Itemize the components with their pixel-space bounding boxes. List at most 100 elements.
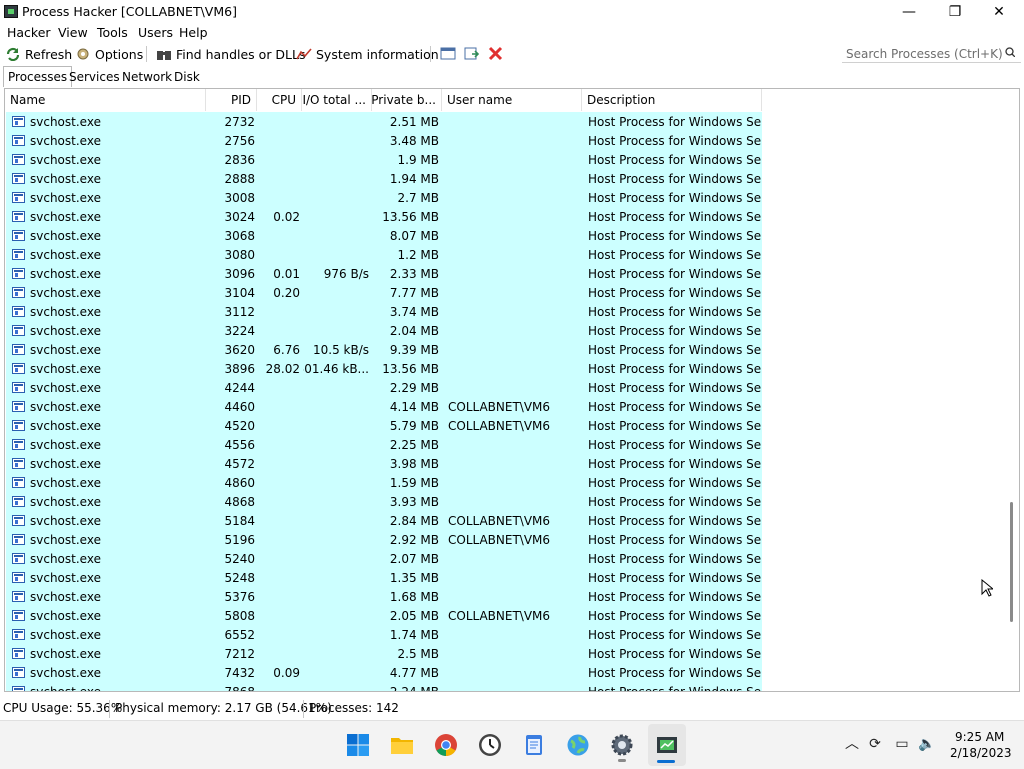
table-row[interactable]: svchost.exe 7868 2.24 MB Host Process for W… [6,682,762,691]
table-row[interactable]: svchost.exe 3104 0.20 7.77 MB Host Process f… [6,283,762,302]
tab-services[interactable]: Services [65,68,124,86]
table-row[interactable]: svchost.exe 3024 0.02 13.56 MB Host Process … [6,207,762,226]
window-icon[interactable] [440,46,456,61]
column-description[interactable]: Description [582,89,762,111]
window-arrow-icon[interactable] [464,46,481,61]
cpu-cell [258,530,300,549]
menu-help[interactable]: Help [179,25,208,40]
chrome-icon[interactable] [434,733,458,757]
table-row[interactable]: svchost.exe 4860 1.59 MB Host Process for W… [6,473,762,492]
table-row[interactable]: svchost.exe 4556 2.25 MB Host Process for W… [6,435,762,454]
tab-processes[interactable]: Processes [3,66,73,87]
process-window-icon [12,211,25,222]
process-name-cell: svchost.exe [12,416,202,435]
file-explorer-icon[interactable] [390,733,414,757]
process-name: svchost.exe [30,133,101,148]
column-name[interactable]: Name ^ [5,89,206,111]
column-pid[interactable]: PID [206,89,257,111]
process-window-icon [12,287,25,298]
cpu-cell [258,587,300,606]
options-button[interactable]: Options [75,46,143,62]
process-name: svchost.exe [30,608,101,623]
table-row[interactable]: svchost.exe 4520 5.79 MB COLLABNET\VM6 Host … [6,416,762,435]
private-bytes-cell: 1.59 MB [389,475,439,490]
settings-gear-icon[interactable] [610,733,634,757]
menu-hacker[interactable]: Hacker [7,25,51,40]
table-row[interactable]: svchost.exe 5240 2.07 MB Host Process for W… [6,549,762,568]
description-cell: Host Process for Windows Ser... [588,646,762,661]
sync-alert-icon[interactable]: ⟳ [866,735,884,753]
windows-start-icon[interactable] [346,733,370,757]
process-name-cell: svchost.exe [12,188,202,207]
table-row[interactable]: svchost.exe 4244 2.29 MB Host Process for W… [6,378,762,397]
table-row[interactable]: svchost.exe 2888 1.94 MB Host Process for W… [6,169,762,188]
private-bytes-cell: 8.07 MB [389,228,439,243]
table-row[interactable]: svchost.exe 3008 2.7 MB Host Process for Wi… [6,188,762,207]
maximize-button[interactable]: ❐ [932,0,978,24]
pid-cell: 5240 [224,551,255,566]
process-list[interactable]: Name ^ PID CPU I/O total ... Private b..… [4,88,1020,692]
process-name: svchost.exe [30,209,101,224]
menu-view[interactable]: View [58,25,88,40]
table-row[interactable]: svchost.exe 7432 0.09 4.77 MB Host Process f… [6,663,762,682]
scrollbar-thumb[interactable] [1010,502,1013,622]
tray-chevron-up-icon[interactable]: ︿ [843,735,861,753]
close-button[interactable]: ✕ [976,0,1022,24]
refresh-button[interactable]: Refresh [5,46,72,62]
process-hacker-app-icon [4,5,18,18]
table-row[interactable]: svchost.exe 3068 8.07 MB Host Process for W… [6,226,762,245]
menu-users[interactable]: Users [138,25,173,40]
system-information-button[interactable]: System information [296,46,439,62]
user-name-cell [448,264,583,283]
private-bytes-cell: 1.35 MB [389,570,439,585]
table-row[interactable]: svchost.exe 2756 3.48 MB Host Process for W… [6,131,762,150]
table-row[interactable]: svchost.exe 3896 28.02 501.46 kB... 13.56 MB… [6,359,762,378]
user-name-cell [448,207,583,226]
table-row[interactable]: svchost.exe 3080 1.2 MB Host Process for Wi… [6,245,762,264]
terminate-x-icon[interactable] [488,46,503,61]
network-monitor-icon[interactable]: ▭ [893,735,911,753]
table-row[interactable]: svchost.exe 7212 2.5 MB Host Process for Wi… [6,644,762,663]
table-row[interactable]: svchost.exe 4868 3.93 MB Host Process for W… [6,492,762,511]
table-row[interactable]: svchost.exe 3224 2.04 MB Host Process for W… [6,321,762,340]
taskbar-time[interactable]: 9:25 AM [955,730,1004,744]
taskbar-date[interactable]: 2/18/2023 [950,746,1012,760]
search-input[interactable]: Search Processes (Ctrl+K) [842,44,1021,63]
clock-app-icon[interactable] [478,733,502,757]
column-user-name[interactable]: User name [442,89,582,111]
column-private-bytes[interactable]: Private b... [372,89,442,111]
table-row[interactable]: svchost.exe 3096 0.01 976 B/s 2.33 MB Host Pr… [6,264,762,283]
process-hacker-icon[interactable] [655,733,679,757]
table-row[interactable]: svchost.exe 5808 2.05 MB COLLABNET\VM6 Host … [6,606,762,625]
find-handles-button[interactable]: Find handles or DLLs [156,46,306,62]
process-name: svchost.exe [30,323,101,338]
tab-disk[interactable]: Disk [170,68,204,86]
description-cell: Host Process for Windows Ser... [588,380,762,395]
process-name: svchost.exe [30,627,101,642]
io-total-cell [303,416,369,435]
description-cell: Host Process for Windows Ser... [588,665,762,680]
notepad-icon[interactable] [522,733,546,757]
private-bytes-cell: 7.77 MB [389,285,439,300]
table-row[interactable]: svchost.exe 6552 1.74 MB Host Process for W… [6,625,762,644]
table-row[interactable]: svchost.exe 5184 2.84 MB COLLABNET\VM6 Host … [6,511,762,530]
column-cpu[interactable]: CPU [257,89,302,111]
network-globe-icon[interactable] [566,733,590,757]
minimize-button[interactable]: — [886,0,932,24]
pid-cell: 5808 [224,608,255,623]
table-row[interactable]: svchost.exe 4460 4.14 MB COLLABNET\VM6 Host … [6,397,762,416]
menu-tools[interactable]: Tools [97,25,128,40]
table-row[interactable]: svchost.exe 5248 1.35 MB Host Process for W… [6,568,762,587]
volume-speaker-icon[interactable]: 🔈 [918,735,936,753]
table-row[interactable]: svchost.exe 2836 1.9 MB Host Process for Wi… [6,150,762,169]
table-row[interactable]: svchost.exe 5376 1.68 MB Host Process for W… [6,587,762,606]
search-icon[interactable] [1005,47,1015,57]
table-row[interactable]: svchost.exe 4572 3.98 MB Host Process for W… [6,454,762,473]
table-row[interactable]: svchost.exe 3112 3.74 MB Host Process for W… [6,302,762,321]
column-io-total[interactable]: I/O total ... [302,89,372,111]
table-row[interactable]: svchost.exe 3620 6.76 10.5 kB/s 9.39 MB Host … [6,340,762,359]
process-window-icon [12,572,25,583]
tab-network[interactable]: Network [118,68,176,86]
table-row[interactable]: svchost.exe 5196 2.92 MB COLLABNET\VM6 Host … [6,530,762,549]
table-row[interactable]: svchost.exe 2732 2.51 MB Host Process for W… [6,112,762,131]
